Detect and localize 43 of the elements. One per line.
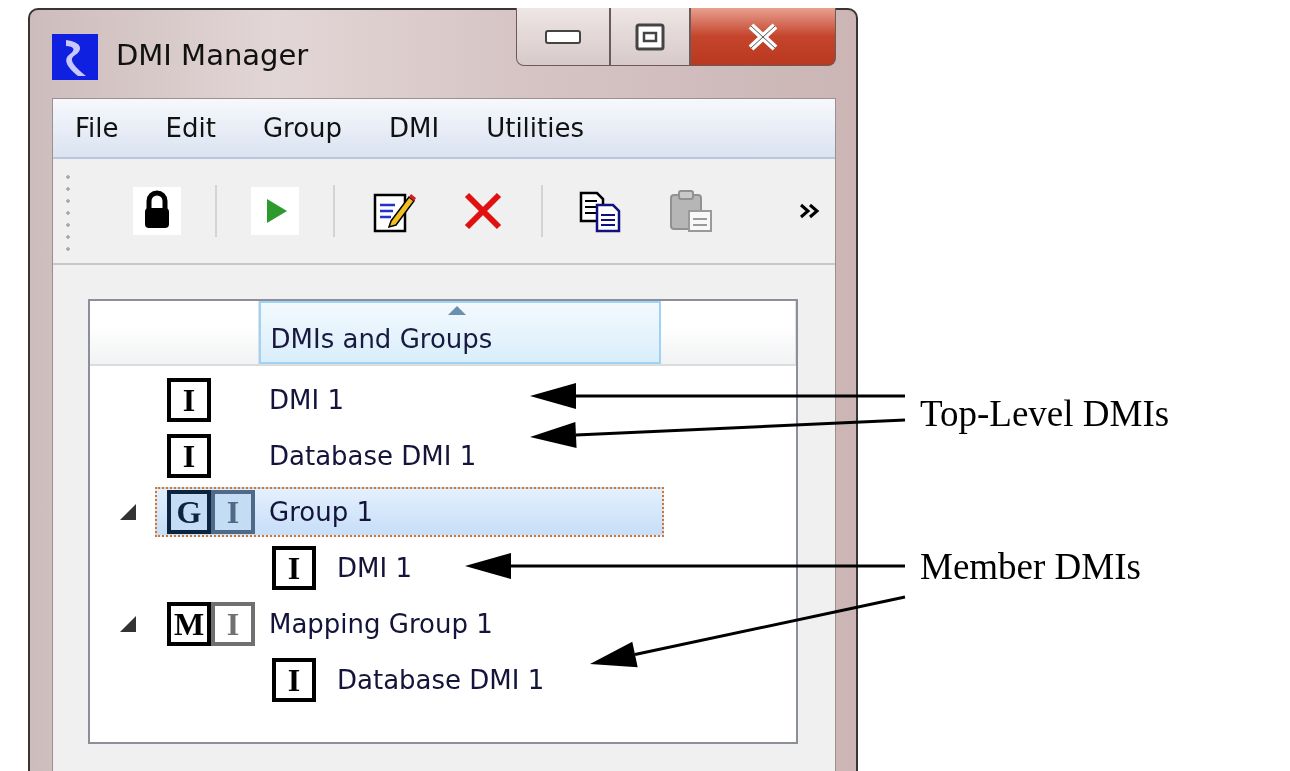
type-badge: G	[167, 490, 211, 534]
type-badge: I	[272, 658, 316, 702]
double-chevron-icon	[799, 203, 821, 219]
clipboard-icon	[667, 187, 715, 235]
menu-item[interactable]: DMI	[389, 113, 465, 143]
tree-item[interactable]: M I Mapping Group 1	[155, 599, 664, 649]
item-label: Database DMI 1	[337, 665, 545, 695]
tree-item[interactable]: I Database DMI 1	[155, 655, 664, 705]
maximize-icon	[635, 22, 665, 51]
type-badge: I	[211, 490, 255, 534]
type-badge: I	[272, 546, 316, 590]
menu-item[interactable]: Edit	[165, 113, 241, 143]
annotation-label: Top-Level DMIs	[920, 392, 1170, 435]
minimize-button[interactable]	[516, 8, 610, 66]
close-button[interactable]	[690, 8, 836, 66]
item-label: Group 1	[269, 497, 373, 527]
item-label: Mapping Group 1	[269, 609, 493, 639]
type-badge: I	[211, 602, 255, 646]
column-header[interactable]: DMIs and Groups	[258, 301, 662, 364]
app-logo-icon	[52, 34, 98, 80]
item-label: DMI 1	[337, 553, 412, 583]
padlock-icon	[133, 187, 181, 235]
type-badge: I	[167, 434, 211, 478]
tree-item[interactable]: I Database DMI 1	[155, 431, 664, 481]
item-label: Database DMI 1	[269, 441, 477, 471]
item-label: DMI 1	[269, 385, 344, 415]
tree-item[interactable]: G I Group 1	[155, 487, 664, 537]
sort-up-icon	[447, 306, 466, 315]
tree-item[interactable]: I DMI 1	[155, 375, 664, 425]
window-title: DMI Manager	[116, 38, 309, 72]
type-badge: I	[167, 378, 211, 422]
maximize-button[interactable]	[610, 8, 690, 66]
expanded-triangle-icon[interactable]	[119, 615, 137, 633]
menu-item[interactable]: Utilities	[486, 113, 609, 143]
menu-item[interactable]: Group	[262, 113, 368, 143]
annotation-label: Member DMIs	[920, 545, 1141, 588]
type-badge: M	[167, 602, 211, 646]
tree-item[interactable]: I DMI 1	[155, 543, 664, 593]
menu-item[interactable]: File	[75, 113, 144, 143]
play-icon	[251, 187, 299, 235]
expanded-triangle-icon[interactable]	[119, 503, 137, 521]
minimize-icon	[545, 29, 581, 44]
toolbar-button[interactable]	[131, 185, 183, 237]
